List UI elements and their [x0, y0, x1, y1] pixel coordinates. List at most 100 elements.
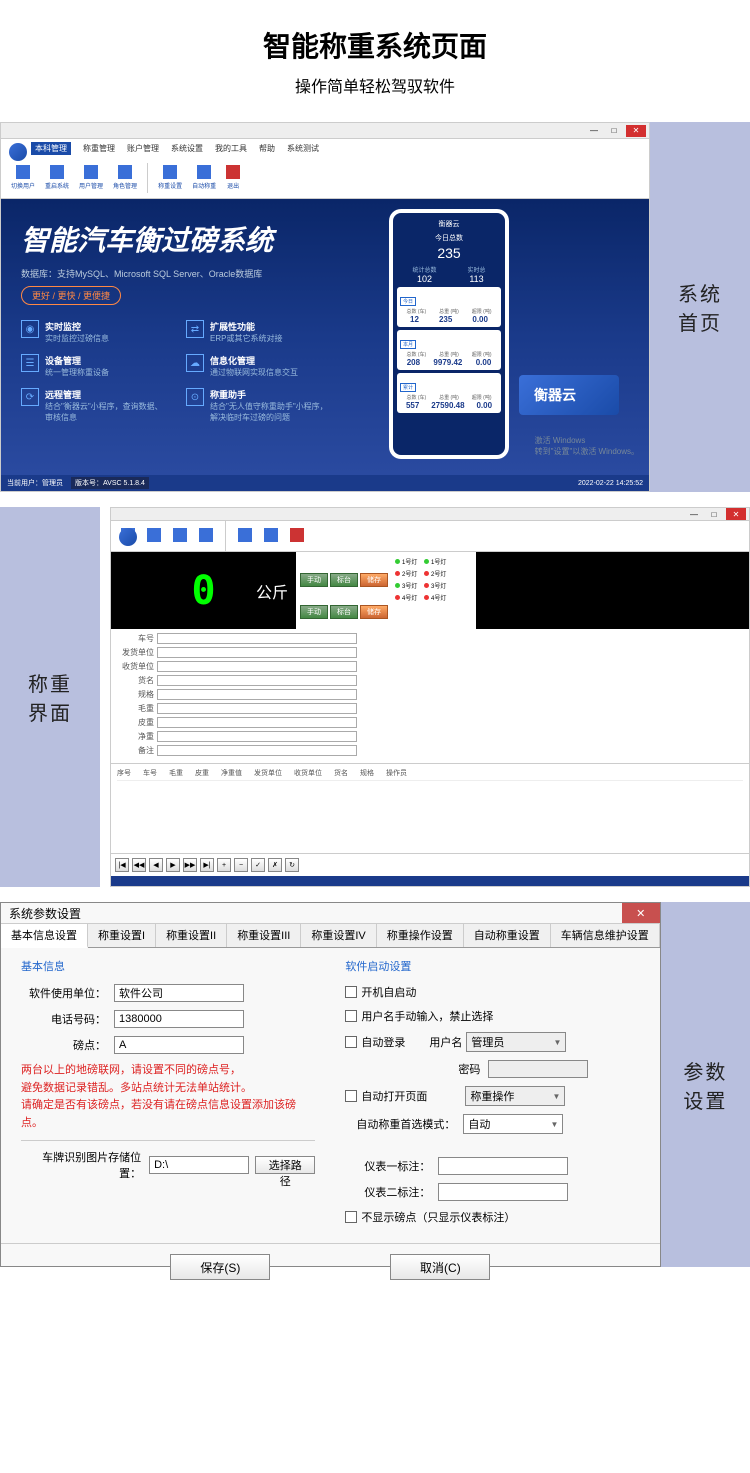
- manual-button[interactable]: 手动: [300, 573, 328, 587]
- toolbar-button[interactable]: [143, 526, 165, 546]
- settings-tab[interactable]: 称重设置IV: [301, 924, 376, 947]
- form-label: 备注: [119, 745, 154, 756]
- toolbar-button[interactable]: 称重设置: [154, 163, 186, 192]
- manual-username-checkbox[interactable]: [345, 1010, 357, 1022]
- pager-button[interactable]: ✗: [268, 858, 282, 872]
- autologin-checkbox[interactable]: [345, 1036, 357, 1048]
- toolbar-button[interactable]: 角色管理: [109, 163, 141, 192]
- form-input[interactable]: [157, 745, 357, 756]
- pager-button[interactable]: +: [217, 858, 231, 872]
- screenshot-settings: 系统参数设置 ✕ 基本信息设置称重设置I称重设置II称重设置III称重设置IV称…: [0, 902, 661, 1267]
- toolbar-button[interactable]: 重启系统: [41, 163, 73, 192]
- pager-button[interactable]: |◀: [115, 858, 129, 872]
- toolbar: [111, 521, 749, 552]
- toolbar-button[interactable]: 切换用户: [7, 163, 39, 192]
- menu-item[interactable]: 称重管理: [83, 143, 115, 154]
- pager-button[interactable]: ◀◀: [132, 858, 146, 872]
- main-menu: 本科管理 称重管理 账户管理 系统设置 我的工具 帮助 系统测试: [1, 139, 649, 157]
- toolbar-button[interactable]: 自动称重: [188, 163, 220, 192]
- toolbar-button[interactable]: [286, 526, 308, 546]
- settings-tab[interactable]: 称重设置I: [88, 924, 156, 947]
- hero-db-text: 数据库：支持MySQL、Microsoft SQL Server、Oracle数…: [21, 267, 629, 280]
- toolbar-button[interactable]: [234, 526, 256, 546]
- toolbar-button[interactable]: 退出: [222, 163, 244, 192]
- form-input[interactable]: [157, 675, 357, 686]
- dialog-title: 系统参数设置: [9, 905, 81, 922]
- toolbar: 切换用户 重启系统 用户管理 角色管理 称重设置 自动称重 退出: [1, 157, 649, 199]
- user-select[interactable]: 管理员▼: [466, 1032, 566, 1052]
- tare-button[interactable]: 标台: [330, 573, 358, 587]
- menu-item[interactable]: 我的工具: [215, 143, 247, 154]
- settings-tab[interactable]: 称重设置II: [156, 924, 227, 947]
- toolbar-button[interactable]: [260, 526, 282, 546]
- maximize-icon[interactable]: □: [704, 508, 724, 520]
- toolbar-button[interactable]: 用户管理: [75, 163, 107, 192]
- password-input[interactable]: [488, 1060, 588, 1078]
- page-title: 智能称重系统页面: [0, 25, 750, 65]
- autostart-checkbox[interactable]: [345, 986, 357, 998]
- form-input[interactable]: [157, 703, 357, 714]
- maximize-icon[interactable]: □: [604, 125, 624, 137]
- pager-button[interactable]: ▶: [166, 858, 180, 872]
- form-input[interactable]: [157, 689, 357, 700]
- pager-button[interactable]: ↻: [285, 858, 299, 872]
- menu-item[interactable]: 账户管理: [127, 143, 159, 154]
- toolbar-button[interactable]: [195, 526, 217, 546]
- company-input[interactable]: [114, 984, 244, 1002]
- tare-button[interactable]: 标台: [330, 605, 358, 619]
- save-button[interactable]: 储存: [360, 605, 388, 619]
- status-led: 3号灯: [394, 580, 422, 591]
- form-input[interactable]: [157, 717, 357, 728]
- save-button[interactable]: 保存(S): [170, 1254, 270, 1280]
- feature-icon: ⊙: [186, 388, 204, 406]
- status-bar: 当前用户：管理员 版本号：AVSC 5.1.8.4 2022-02-22 14:…: [1, 475, 649, 491]
- phone-mockup: 衡器云 今日总数 235 统计总数102实时总113 今日 总数 (车)总重 (…: [389, 209, 509, 459]
- page-select[interactable]: 称重操作▼: [465, 1086, 565, 1106]
- screenshot-system-home: — □ ✕ 本科管理 称重管理 账户管理 系统设置 我的工具 帮助 系统测试 切…: [0, 122, 650, 492]
- save-button[interactable]: 储存: [360, 573, 388, 587]
- close-icon[interactable]: ✕: [622, 903, 660, 923]
- menu-item[interactable]: 帮助: [259, 143, 275, 154]
- phone-input[interactable]: [114, 1010, 244, 1028]
- meter1-input[interactable]: [438, 1157, 568, 1175]
- settings-tab[interactable]: 称重设置III: [227, 924, 301, 947]
- close-icon[interactable]: ✕: [626, 125, 646, 137]
- status-led: 1号灯: [423, 556, 451, 567]
- form-input[interactable]: [157, 661, 357, 672]
- form-input[interactable]: [157, 633, 357, 644]
- pager-button[interactable]: ◀: [149, 858, 163, 872]
- manual-button[interactable]: 手动: [300, 605, 328, 619]
- close-icon[interactable]: ✕: [726, 508, 746, 520]
- fieldset-legend: 软件启动设置: [345, 958, 639, 974]
- menu-item[interactable]: 本科管理: [31, 142, 71, 155]
- settings-tab[interactable]: 车辆信息维护设置: [551, 924, 660, 947]
- menu-item[interactable]: 系统测试: [287, 143, 319, 154]
- pager-button[interactable]: ✓: [251, 858, 265, 872]
- toolbar-button[interactable]: [169, 526, 191, 546]
- autoopen-checkbox[interactable]: [345, 1090, 357, 1102]
- form-label: 规格: [119, 689, 154, 700]
- hero-badge: 更好 / 更快 / 更便捷: [21, 286, 121, 305]
- pager-button[interactable]: −: [234, 858, 248, 872]
- plate-path-input[interactable]: [149, 1156, 249, 1174]
- fieldset-legend: 基本信息: [21, 958, 315, 974]
- settings-tab[interactable]: 称重操作设置: [377, 924, 464, 947]
- form-input[interactable]: [157, 647, 357, 658]
- pager-button[interactable]: ▶▶: [183, 858, 197, 872]
- minimize-icon[interactable]: —: [584, 125, 604, 137]
- site-input[interactable]: [114, 1036, 244, 1054]
- form-input[interactable]: [157, 731, 357, 742]
- menu-item[interactable]: 系统设置: [171, 143, 203, 154]
- cancel-button[interactable]: 取消(C): [390, 1254, 490, 1280]
- status-led: 3号灯: [423, 580, 451, 591]
- settings-tab[interactable]: 基本信息设置: [1, 924, 88, 948]
- hide-site-checkbox[interactable]: [345, 1211, 357, 1223]
- browse-button[interactable]: 选择路径: [255, 1156, 315, 1174]
- settings-tab[interactable]: 自动称重设置: [464, 924, 551, 947]
- status-led: 1号灯: [394, 556, 422, 567]
- minimize-icon[interactable]: —: [684, 508, 704, 520]
- form-label: 发货单位: [119, 647, 154, 658]
- pager-button[interactable]: ▶|: [200, 858, 214, 872]
- mode-select[interactable]: 自动▼: [463, 1114, 563, 1134]
- meter2-input[interactable]: [438, 1183, 568, 1201]
